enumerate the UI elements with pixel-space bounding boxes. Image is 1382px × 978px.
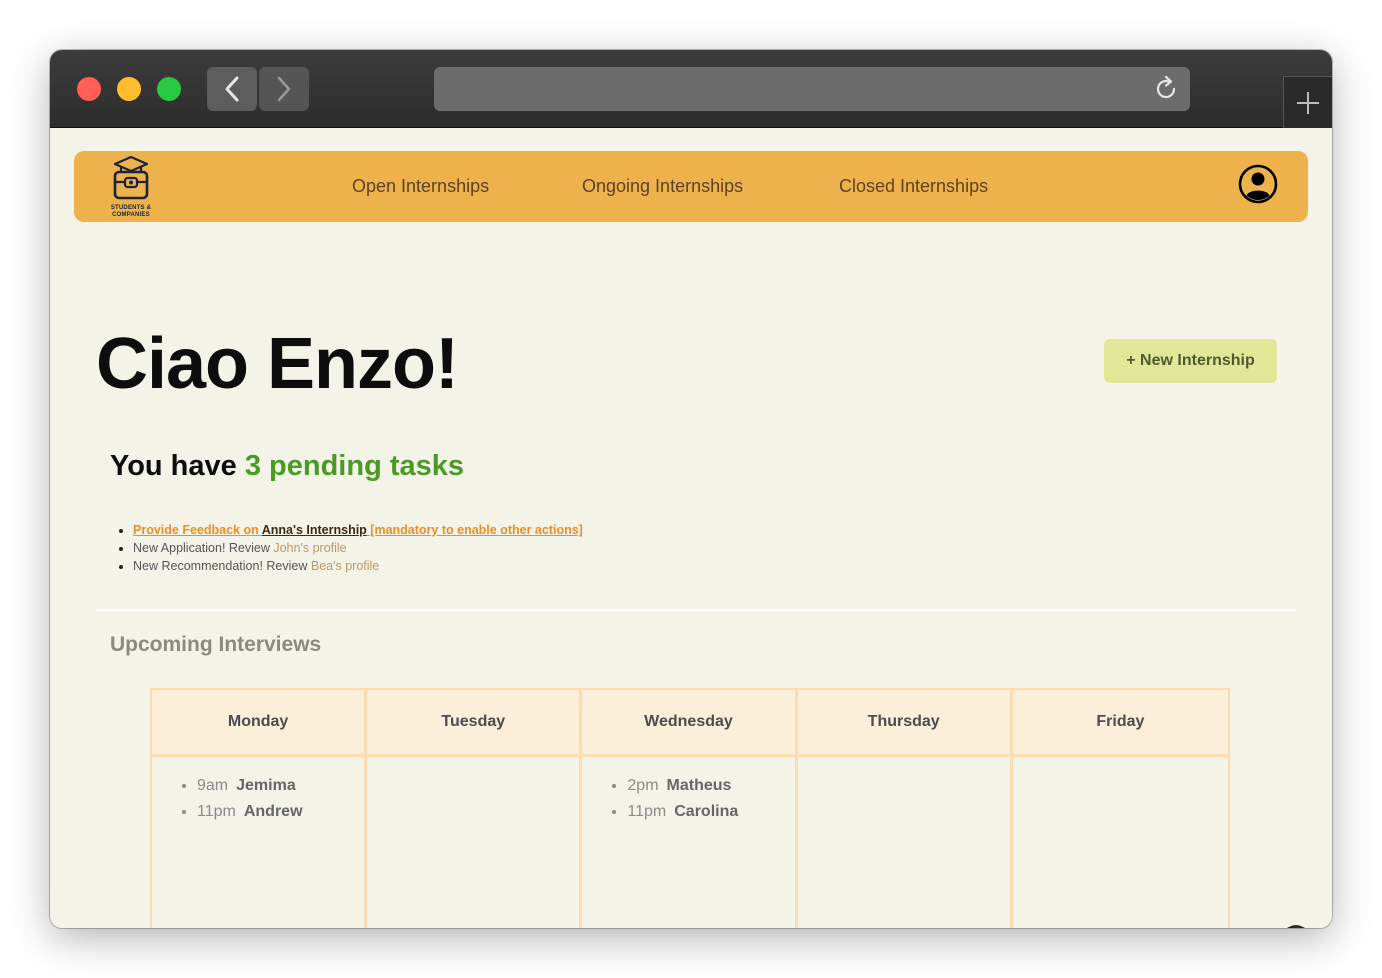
task-recommendation-text: New Recommendation! Review	[133, 559, 311, 573]
task-item-feedback: Provide Feedback on Anna's Internship [m…	[133, 521, 583, 539]
interview-calendar: Monday 9am Jemima 11pm Andrew Tuesday Wedn…	[150, 688, 1230, 928]
browser-window: STUDENTS & COMPANIES Open Internships On…	[50, 50, 1332, 928]
interview-list: 2pm Matheus 11pm Carolina	[582, 757, 794, 825]
provide-feedback-link[interactable]: Provide Feedback on	[133, 523, 262, 537]
section-divider	[96, 609, 1296, 611]
address-bar[interactable]	[434, 67, 1190, 111]
interview-time: 2pm	[627, 777, 659, 794]
task-application-text: New Application! Review	[133, 541, 274, 555]
day-header: Tuesday	[367, 690, 580, 757]
interview-item[interactable]: 9am Jemima	[197, 773, 364, 799]
site-logo[interactable]: STUDENTS & COMPANIES	[106, 155, 156, 219]
task-item-recommendation: New Recommendation! Review Bea's profile	[133, 557, 583, 575]
interview-item[interactable]: 11pm Carolina	[627, 799, 794, 825]
interview-time: 11pm	[197, 803, 236, 820]
pending-prefix: You have	[110, 450, 245, 482]
calendar-day-friday: Friday	[1012, 690, 1228, 928]
interview-item[interactable]: 11pm Andrew	[197, 799, 364, 825]
new-internship-button[interactable]: + New Internship	[1104, 339, 1277, 383]
calendar-day-thursday: Thursday	[797, 690, 1013, 928]
new-tab-button[interactable]	[1283, 76, 1332, 128]
graduation-briefcase-icon	[113, 155, 149, 200]
plus-icon	[1297, 91, 1319, 114]
close-window-button[interactable]	[77, 77, 101, 101]
interview-person: Carolina	[674, 803, 739, 820]
calendar-day-wednesday: Wednesday 2pm Matheus 11pm Carolina	[582, 690, 798, 928]
interview-item[interactable]: 2pm Matheus	[627, 773, 794, 799]
nav-open-internships[interactable]: Open Internships	[352, 176, 489, 197]
browser-titlebar	[50, 50, 1332, 128]
interview-person: Jemima	[236, 777, 296, 794]
calendar-day-tuesday: Tuesday	[367, 690, 583, 928]
day-header: Thursday	[797, 690, 1010, 757]
interview-list: 9am Jemima 11pm Andrew	[152, 757, 364, 825]
user-circle-icon[interactable]	[1238, 164, 1278, 204]
calendar-day-monday: Monday 9am Jemima 11pm Andrew	[152, 690, 368, 928]
day-header: Monday	[152, 690, 365, 757]
forward-button[interactable]	[259, 67, 309, 111]
minimize-window-button[interactable]	[117, 77, 141, 101]
logo-text-line1: STUDENTS &	[110, 205, 152, 211]
back-button[interactable]	[207, 67, 257, 111]
nav-ongoing-internships[interactable]: Ongoing Internships	[582, 176, 743, 197]
task-item-application: New Application! Review John's profile	[133, 539, 583, 557]
pending-task-list: Provide Feedback on Anna's Internship [m…	[110, 521, 583, 575]
day-header: Friday	[1012, 690, 1228, 757]
chevron-left-icon	[225, 76, 239, 102]
page-content: STUDENTS & COMPANIES Open Internships On…	[50, 128, 1332, 928]
top-navigation-bar: STUDENTS & COMPANIES Open Internships On…	[74, 151, 1308, 222]
support-agent-icon[interactable]	[1270, 918, 1322, 928]
pending-tasks-heading: You have 3 pending tasks	[110, 450, 464, 483]
reload-icon[interactable]	[1152, 75, 1180, 103]
johns-profile-link[interactable]: John's profile	[273, 541, 346, 555]
upcoming-interviews-title: Upcoming Interviews	[110, 633, 322, 656]
mandatory-note-link[interactable]: [mandatory to enable other actions]	[367, 523, 583, 537]
nav-closed-internships[interactable]: Closed Internships	[839, 176, 988, 197]
maximize-window-button[interactable]	[157, 77, 181, 101]
interview-time: 11pm	[627, 803, 667, 820]
day-header: Wednesday	[582, 690, 795, 757]
interview-person: Andrew	[243, 803, 303, 820]
chevron-right-icon	[277, 76, 291, 102]
logo-text-line2: COMPANIES	[112, 211, 150, 218]
logo-text: STUDENTS & COMPANIES	[106, 205, 156, 218]
interview-time: 9am	[197, 777, 229, 794]
beas-profile-link[interactable]: Bea's profile	[311, 559, 379, 573]
greeting-heading: Ciao Enzo!	[96, 324, 459, 404]
pending-count: 3 pending tasks	[244, 450, 465, 482]
annas-internship-link[interactable]: Anna's Internship	[262, 523, 367, 537]
interview-person: Matheus	[666, 777, 732, 794]
